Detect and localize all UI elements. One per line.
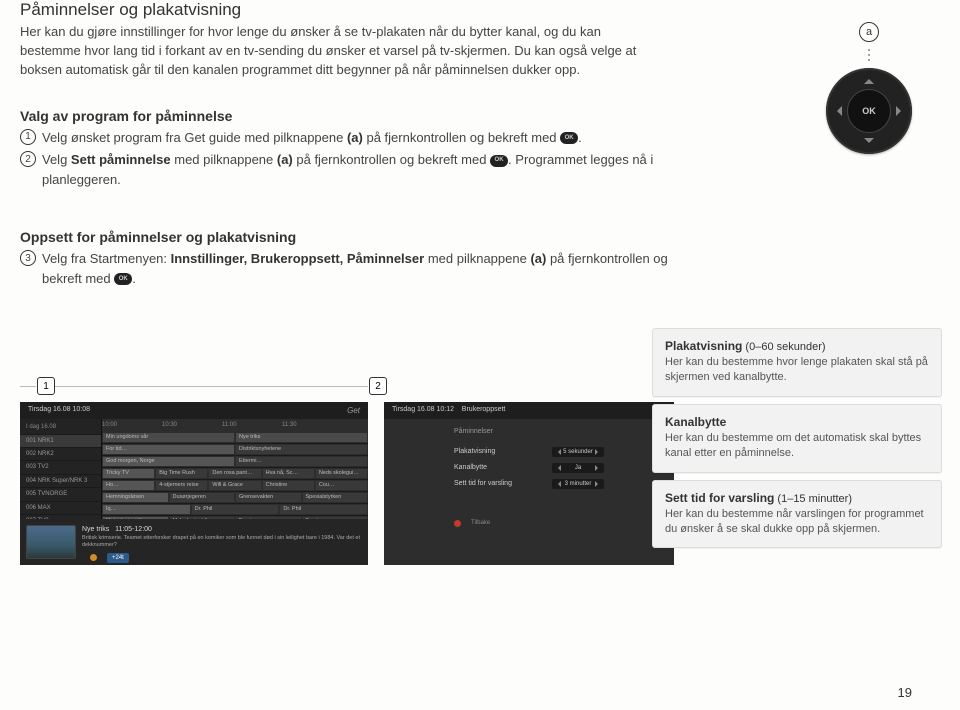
remote-diagram: a OK [826, 22, 912, 154]
page-number: 19 [898, 685, 912, 700]
callout: Plakatvisning (0–60 sekunder)Her kan du … [652, 328, 942, 397]
screenshot-label-2: 2 [369, 377, 387, 395]
callout: KanalbytteHer kan du bestemme om det aut… [652, 404, 942, 473]
screenshot-guide: Tirsdag 16.08 10:08 Get I dag 16.08 001 … [20, 402, 368, 565]
page-title: Påminnelser og plakatvisning [20, 0, 912, 20]
step-1: 1 Velg ønsket program fra Get guide med … [20, 128, 670, 148]
step-3: 3 Velg fra Startmenyen: Innstillinger, B… [20, 249, 670, 288]
screenshot-label-1: 1 [37, 377, 55, 395]
arrow-right-icon [896, 106, 906, 116]
ok-icon: OK [490, 155, 508, 167]
orange-dot-icon [90, 554, 97, 561]
dpad: OK [826, 68, 912, 154]
ok-icon: OK [114, 273, 132, 285]
section2-title: Oppsett for påminnelser og plakatvisning [20, 229, 912, 245]
program-thumbnail [26, 525, 76, 559]
section1-title: Valg av program for påminnelse [20, 108, 912, 124]
ok-button-icon: OK [847, 89, 891, 133]
step-2: 2 Velg Sett påminnelse med pilknappene (… [20, 150, 670, 189]
intro-text: Her kan du gjøre innstillinger for hvor … [20, 23, 660, 80]
ok-icon: OK [560, 132, 578, 144]
remote-tag-a: a [859, 22, 879, 42]
screenshot-settings: Tirsdag 16.08 10:12 Brukeroppsett Get På… [384, 402, 674, 565]
red-dot-icon [454, 520, 461, 527]
arrow-down-icon [864, 138, 874, 148]
callout: Sett tid for varsling (1–15 minutter)Her… [652, 480, 942, 549]
arrow-left-icon [832, 106, 842, 116]
program-detail: Nye triks 11:05-12:00 Britisk krimserie.… [20, 519, 368, 565]
channel-column: I dag 16.08 001 NRK1002 NRK2003 TV2004 N… [20, 419, 102, 534]
arrow-up-icon [864, 74, 874, 84]
